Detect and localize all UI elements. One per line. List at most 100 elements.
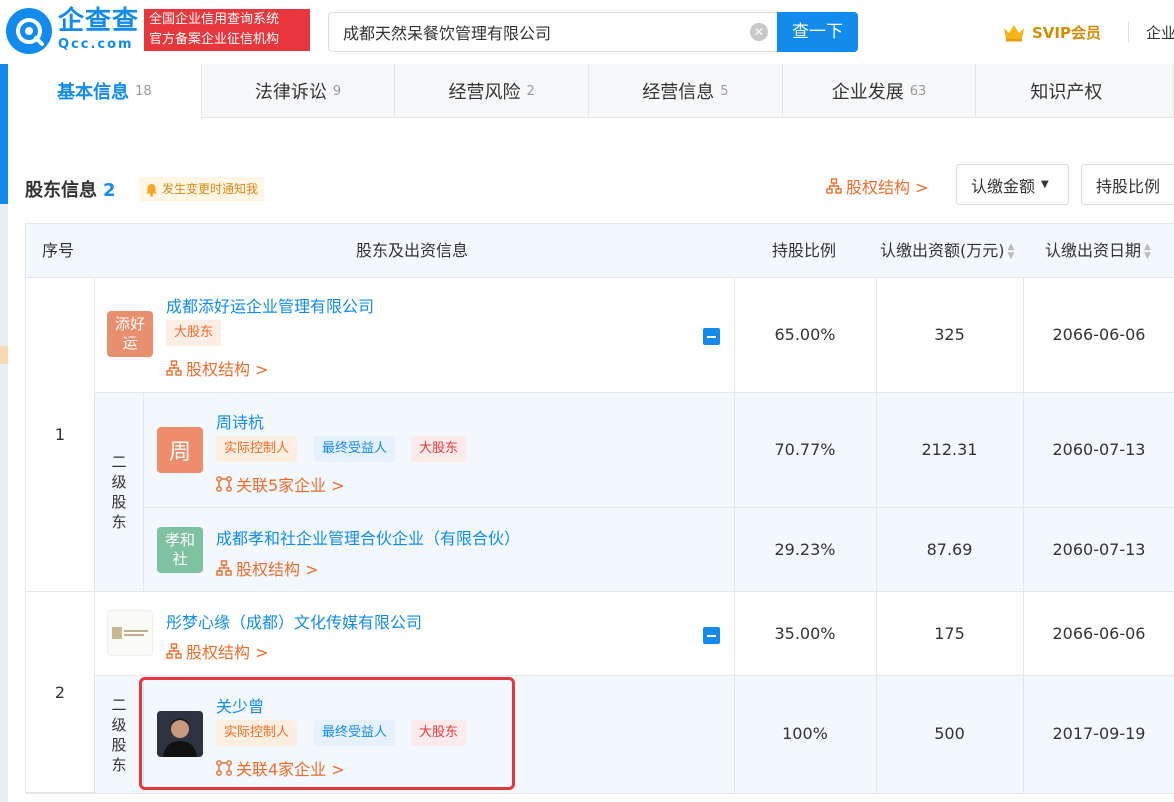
slogan-line-2: 官方备案企业征信机构 [149, 32, 280, 47]
column-divider [1023, 278, 1024, 794]
shareholder-name-link[interactable]: 关少曾 [216, 693, 264, 717]
header-amount[interactable]: 认缴出资额(万元) ▲ ▼ [880, 224, 1014, 278]
tab-count: 2 [526, 83, 535, 99]
header-amount-label: 认缴出资额(万元) [880, 241, 1005, 260]
column-divider [876, 278, 877, 794]
nav-tabs: 基本信息 18 法律诉讼 9 经营风险 2 经营信息 5 企业发展 63 知识产权 [8, 64, 1174, 118]
page: 企查查 Qcc.com 全国企业信用查询系统 官方备案企业征信机构 成都天然呆餐… [0, 0, 1174, 802]
cell-amount: 500 [934, 724, 965, 743]
tab-count: 9 [332, 83, 342, 99]
left-strip-active [0, 64, 8, 204]
header-divider [1128, 22, 1129, 42]
section-title-text: 股东信息 [25, 180, 97, 201]
table-header: 序号 股东及出资信息 持股比例 认缴出资额(万元) ▲ ▼ 认缴出资日期 ▲ ▼ [26, 224, 1174, 278]
search-button[interactable]: 查一下 [777, 12, 858, 52]
org-chart-icon [166, 360, 182, 376]
logo-domain: Qcc.com [58, 37, 134, 52]
search-input-value: 成都天然呆餐饮管理有限公司 [343, 24, 552, 43]
cell-amount: 325 [934, 325, 965, 344]
tab-count: 5 [720, 83, 729, 99]
dropdown-label: 持股比例 [1096, 176, 1161, 196]
svip-label: SVIP会员 [1032, 23, 1101, 42]
tab-basic-info[interactable]: 基本信息 18 [8, 64, 202, 118]
org-chart-icon [166, 643, 182, 659]
cell-ratio: 100% [782, 724, 828, 743]
logo-name[interactable]: 企查查 [58, 6, 139, 36]
tab-count: 18 [135, 83, 152, 99]
cell-ratio: 70.77% [774, 440, 836, 459]
equity-structure-label: 股权结构 > [846, 178, 929, 197]
company-avatar: 孝和社 [157, 527, 203, 573]
network-icon [216, 476, 232, 492]
clear-icon[interactable]: ✕ [750, 23, 768, 41]
cell-date: 2066-06-06 [1052, 325, 1146, 344]
tag-actual-controller: 实际控制人 [216, 720, 298, 746]
cell-ratio: 29.23% [774, 540, 836, 559]
qcc-logo-icon[interactable] [6, 8, 52, 54]
section-title: 股东信息 2 [25, 176, 116, 202]
tab-label: 法律诉讼 [254, 82, 327, 103]
tab-label: 知识产权 [1030, 82, 1103, 103]
header-info: 股东及出资信息 [356, 241, 469, 260]
person-avatar: 周 [157, 427, 203, 473]
cell-date: 2060-07-13 [1052, 440, 1146, 459]
person-photo-avatar [157, 711, 203, 757]
collapse-icon[interactable] [703, 627, 720, 644]
dropdown-label: 认缴金额 [971, 176, 1036, 196]
related-companies-link[interactable]: 关联5家企业 > [216, 472, 345, 496]
tab-label: 企业发展 [831, 82, 904, 103]
cell-amount: 175 [934, 624, 965, 643]
cell-date: 2060-07-13 [1052, 540, 1146, 559]
sort-icon: ▲ ▼ [1007, 241, 1015, 261]
tag-major-shareholder: 大股东 [411, 436, 467, 462]
org-chart-icon [826, 178, 842, 194]
tab-risk[interactable]: 经营风险 2 [395, 64, 590, 118]
company-logo-image [107, 610, 153, 656]
left-side-strip [0, 64, 8, 802]
tab-ip[interactable]: 知识产权 [976, 64, 1174, 118]
tab-operation[interactable]: 经营信息 5 [589, 64, 783, 118]
cell-ratio: 35.00% [774, 624, 836, 643]
header-date-label: 认缴出资日期 [1045, 241, 1142, 260]
shareholder-name-link[interactable]: 成都孝和社企业管理合伙企业（有限合伙） [216, 525, 520, 549]
notify-button[interactable]: 发生变更时通知我 [139, 177, 265, 202]
shareholder-name-link[interactable]: 周诗杭 [216, 409, 264, 433]
tab-label: 经营信息 [642, 82, 715, 103]
slogan-line-1: 全国企业信用查询系统 [149, 12, 280, 27]
org-chart-icon [216, 560, 232, 576]
equity-structure-link[interactable]: 股权结构 > [166, 639, 269, 663]
svip-member-link[interactable]: SVIP会员 [1002, 20, 1101, 44]
shareholder-name-link[interactable]: 成都添好运企业管理有限公司 [166, 293, 374, 317]
company-avatar: 添好运 [107, 311, 153, 357]
tab-label: 基本信息 [57, 82, 130, 103]
tag-ultimate-beneficiary: 最终受益人 [314, 720, 396, 746]
search-input[interactable]: 成都天然呆餐饮管理有限公司 ✕ [328, 12, 778, 52]
tab-development[interactable]: 企业发展 63 [783, 64, 977, 118]
shareholder-table: 序号 股东及出资信息 持股比例 认缴出资额(万元) ▲ ▼ 认缴出资日期 ▲ ▼ 1 2… [25, 223, 1174, 794]
tab-label: 经营风险 [448, 82, 521, 103]
sort-ratio-dropdown[interactable]: 持股比例 [1081, 164, 1174, 205]
tab-legal[interactable]: 法律诉讼 9 [202, 64, 396, 118]
sort-amount-dropdown[interactable]: 认缴金额 ▼ [956, 164, 1069, 205]
collapse-icon[interactable] [703, 328, 720, 345]
header-date[interactable]: 认缴出资日期 ▲ ▼ [1045, 224, 1151, 278]
shareholder-name-link[interactable]: 彤梦心缘（成都）文化传媒有限公司 [166, 609, 422, 633]
caret-down-icon: ▼ [1041, 179, 1049, 190]
slogan-badge: 全国企业信用查询系统 官方备案企业征信机构 [144, 9, 310, 51]
equity-structure-link[interactable]: 股权结构 > [166, 356, 269, 380]
column-divider [734, 278, 735, 794]
cell-date: 2017-09-19 [1052, 724, 1146, 743]
second-level-label: 二级股东 [95, 393, 144, 592]
cell-amount: 212.31 [921, 440, 978, 459]
row-seq: 1 [26, 278, 95, 592]
equity-structure-link[interactable]: 股权结构 > [826, 174, 929, 198]
network-icon [216, 760, 232, 776]
tag-major-shareholder: 大股东 [166, 320, 222, 346]
crown-icon [1004, 25, 1024, 42]
notify-label: 发生变更时通知我 [162, 182, 259, 196]
header-enterprise-link[interactable]: 企业 [1146, 22, 1174, 43]
related-companies-link[interactable]: 关联4家企业 > [216, 756, 345, 780]
tag-actual-controller: 实际控制人 [216, 436, 298, 462]
equity-structure-link[interactable]: 股权结构 > [216, 556, 319, 580]
sort-icon: ▲ ▼ [1144, 241, 1151, 261]
